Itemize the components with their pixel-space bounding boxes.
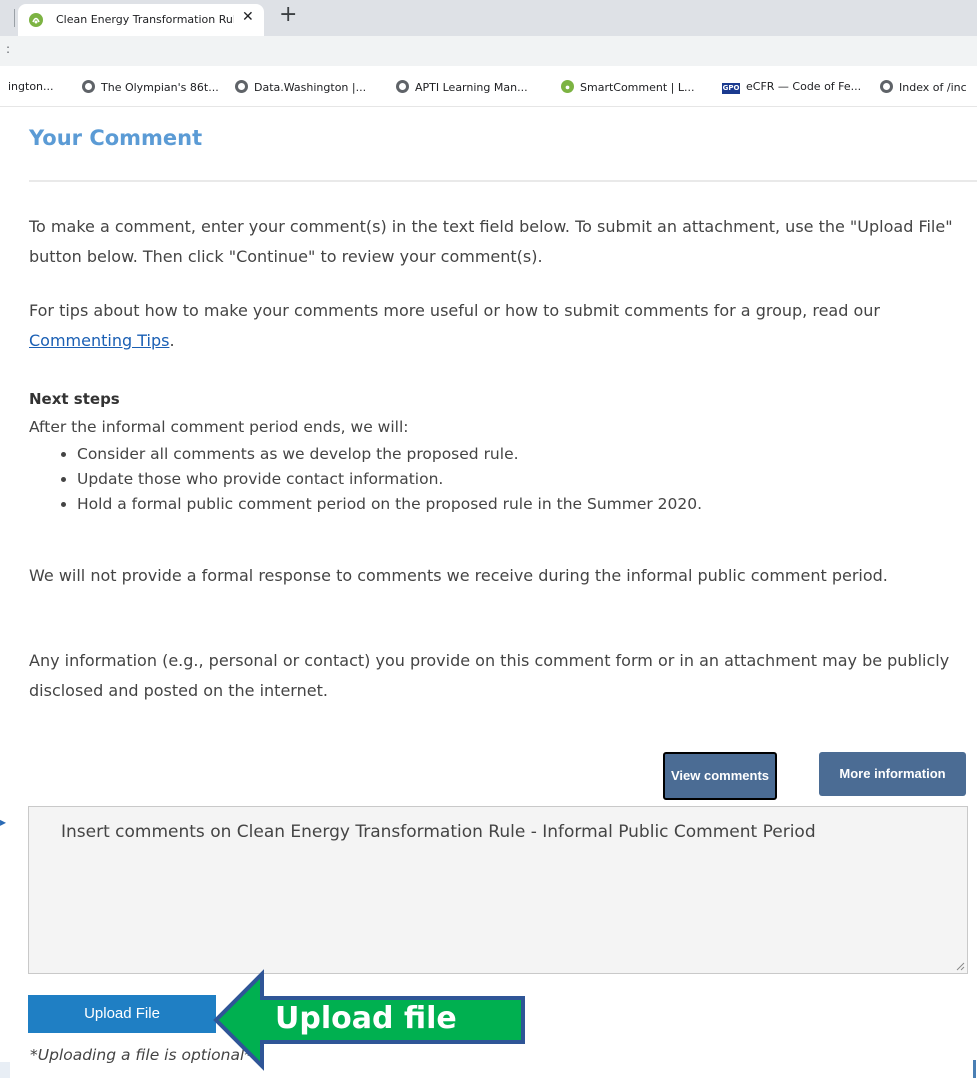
smartcomment-favicon-icon	[29, 13, 43, 27]
globe-icon	[82, 80, 95, 93]
globe-icon	[880, 80, 893, 93]
list-item: Update those who provide contact informa…	[77, 467, 702, 492]
browser-tab[interactable]: Clean Energy Transformation Rul ✕	[18, 4, 264, 36]
tab-separator	[14, 9, 15, 27]
scroll-marker-icon: ▸	[0, 815, 7, 829]
tab-strip: Clean Energy Transformation Rul ✕ +	[0, 0, 977, 36]
comment-textarea[interactable]: Insert comments on Clean Energy Transfor…	[28, 806, 968, 974]
more-information-button[interactable]: More information	[819, 752, 966, 796]
tips-text-before: For tips about how to make your comments…	[29, 301, 880, 320]
bookmark-label: The Olympian's 86t...	[101, 81, 219, 94]
upload-file-callout: Upload file	[275, 1001, 457, 1036]
bookmark-label: ington...	[8, 80, 54, 93]
disclosure-text: Any information (e.g., personal or conta…	[29, 651, 950, 700]
new-tab-button[interactable]: +	[279, 2, 297, 27]
address-bar-row: :	[0, 36, 977, 66]
no-response-text: We will not provide a formal response to…	[29, 566, 888, 585]
bookmarks-bar: ington... The Olympian's 86t... Data.Was…	[0, 66, 977, 107]
bottom-edge	[0, 1062, 10, 1078]
commenting-tips-link[interactable]: Commenting Tips	[29, 331, 169, 350]
globe-icon	[396, 80, 409, 93]
intro-text: To make a comment, enter your comment(s)…	[29, 217, 953, 266]
tips-text-after: .	[169, 331, 175, 350]
resize-handle-icon[interactable]	[955, 961, 965, 971]
tab-title: Clean Energy Transformation Rul	[56, 13, 234, 26]
comment-placeholder: Insert comments on Clean Energy Transfor…	[61, 822, 816, 842]
bookmark-item[interactable]: APTI Learning Man...	[396, 80, 528, 94]
next-steps-heading: Next steps	[29, 390, 120, 408]
bookmark-label: eCFR — Code of Fe...	[746, 80, 862, 93]
bookmark-item[interactable]: GPO eCFR — Code of Fe...	[722, 80, 861, 94]
bookmark-label: APTI Learning Man...	[415, 81, 528, 94]
bookmark-label: Data.Washington |...	[254, 81, 367, 94]
gpo-icon: GPO	[722, 83, 740, 94]
heading-divider	[29, 180, 977, 182]
tips-text: For tips about how to make your comments…	[29, 296, 974, 356]
bookmark-label: SmartComment | L...	[580, 81, 695, 94]
next-steps-intro: After the informal comment period ends, …	[29, 418, 409, 436]
bookmark-item[interactable]: The Olympian's 86t...	[82, 80, 219, 94]
list-item: Hold a formal public comment period on t…	[77, 492, 702, 517]
tab-close-icon[interactable]: ✕	[242, 9, 254, 25]
site-info-icon[interactable]: :	[6, 42, 10, 56]
scrollbar-edge	[973, 1060, 976, 1078]
upload-file-button[interactable]: Upload File	[28, 995, 216, 1033]
bookmark-item[interactable]: SmartComment | L...	[561, 80, 695, 94]
list-item: Consider all comments as we develop the …	[77, 442, 702, 467]
view-comments-button[interactable]: View comments	[663, 752, 777, 800]
bookmark-item[interactable]: Index of /inc	[880, 80, 967, 94]
upload-optional-note: *Uploading a file is optional*	[30, 1046, 253, 1064]
bookmark-item[interactable]: ington...	[8, 80, 54, 93]
bookmark-label: Index of /inc	[899, 81, 967, 94]
next-steps-list: Consider all comments as we develop the …	[29, 442, 702, 517]
smartcomment-icon	[561, 80, 574, 93]
page-title: Your Comment	[29, 126, 203, 150]
globe-icon	[235, 80, 248, 93]
bookmark-item[interactable]: Data.Washington |...	[235, 80, 366, 94]
